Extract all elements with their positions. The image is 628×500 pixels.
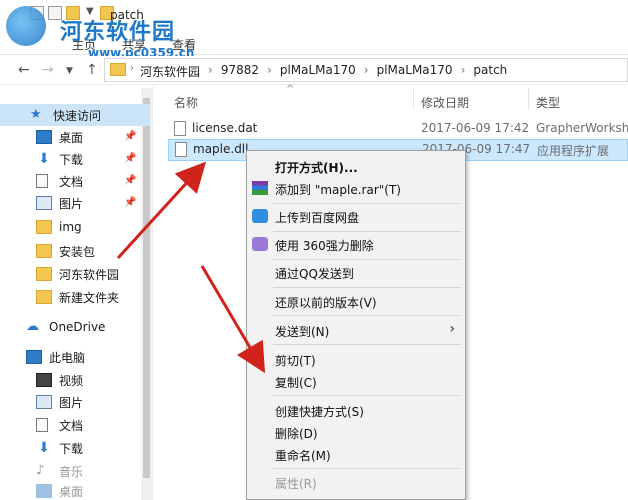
annotation-overlay	[116, 161, 266, 374]
arrow-to-file	[116, 161, 207, 260]
arrow-to-copy	[200, 265, 266, 374]
